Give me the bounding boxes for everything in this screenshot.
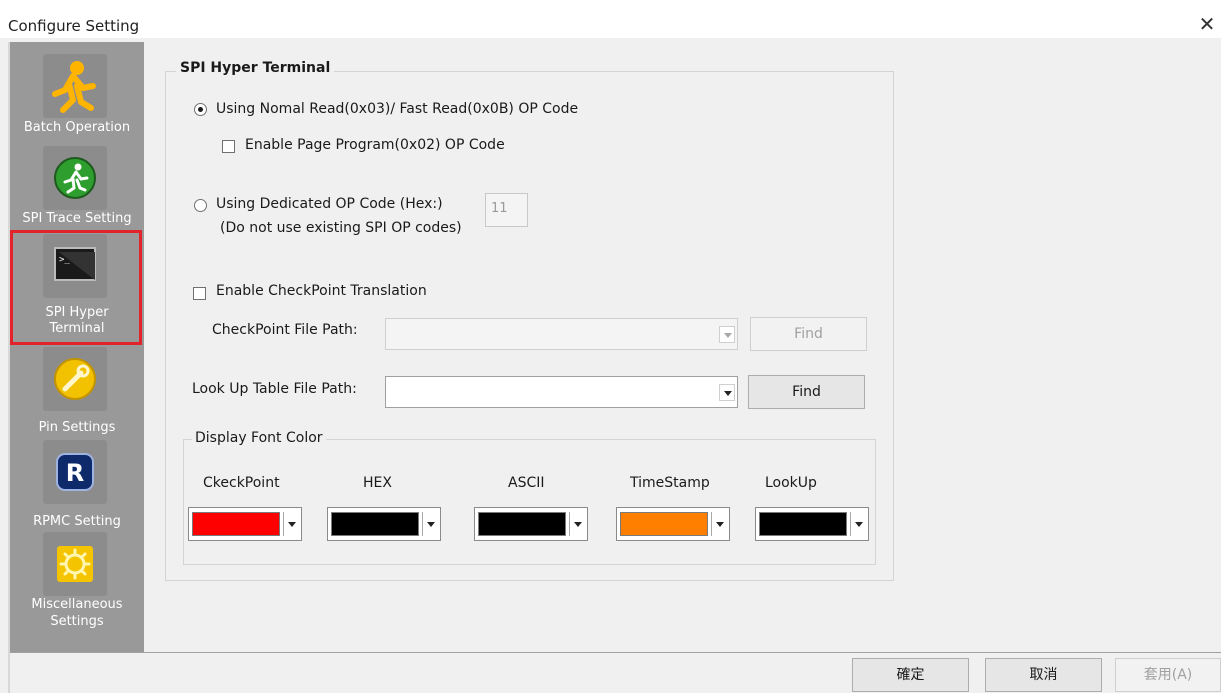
lookup-path-dropdown[interactable] [385, 376, 738, 408]
chevron-down-icon [716, 522, 724, 527]
color-picker-hex[interactable] [327, 507, 441, 541]
display-font-color-group [183, 439, 876, 565]
normal-read-radio[interactable] [194, 103, 207, 116]
color-swatch [192, 512, 280, 536]
group-title: SPI Hyper Terminal [176, 60, 335, 76]
page-program-label: Enable Page Program(0x02) OP Code [245, 137, 505, 153]
divider [283, 512, 284, 536]
display-font-color-title: Display Font Color [192, 430, 326, 446]
gear-icon [43, 532, 107, 596]
opcode-hex-input[interactable]: 11 [485, 193, 528, 227]
color-swatch [331, 512, 419, 536]
wrench-icon [43, 347, 107, 411]
color-label-hex: HEX [363, 475, 392, 491]
divider [850, 512, 851, 536]
color-label-lookup: LookUp [765, 475, 817, 491]
normal-read-label: Using Nomal Read(0x03)/ Fast Read(0x0B) … [216, 101, 579, 117]
svg-text:R: R [66, 459, 84, 487]
divider [711, 512, 712, 536]
chevron-down-icon [719, 384, 735, 401]
checkpoint-translation-checkbox[interactable] [193, 287, 206, 300]
sidebar: Batch Operation SPI Trace Setting >_ SPI… [10, 42, 144, 652]
cancel-button[interactable]: 取消 [985, 658, 1102, 692]
divider [569, 512, 570, 536]
chevron-down-icon [574, 522, 582, 527]
dedicated-opcode-note: (Do not use existing SPI OP codes) [220, 220, 462, 236]
color-picker-timestamp[interactable] [616, 507, 730, 541]
sidebar-item-miscellaneous-settings[interactable]: Miscellaneous Settings [10, 532, 144, 642]
divider [422, 512, 423, 536]
dedicated-opcode-label: Using Dedicated OP Code (Hex:) [216, 196, 443, 212]
sidebar-item-pin-settings[interactable]: Pin Settings [10, 347, 144, 440]
ok-button[interactable]: 確定 [852, 658, 969, 692]
sidebar-item-label-line1: Miscellaneous [31, 597, 123, 612]
sidebar-item-label: RPMC Setting [33, 514, 121, 529]
color-picker-ascii[interactable] [474, 507, 588, 541]
chevron-down-icon [855, 522, 863, 527]
color-picker-lookup[interactable] [755, 507, 869, 541]
sidebar-item-rpmc-setting[interactable]: R RPMC Setting [10, 440, 144, 532]
color-swatch [759, 512, 847, 536]
sidebar-item-label: Batch Operation [23, 120, 131, 135]
chevron-down-icon [427, 522, 435, 527]
apply-button[interactable]: 套用(A) [1115, 658, 1221, 692]
dedicated-opcode-radio[interactable] [194, 199, 207, 212]
chevron-down-icon [719, 326, 735, 343]
r-badge-icon: R [43, 440, 107, 504]
green-runner-icon [43, 146, 107, 210]
close-icon[interactable]: ✕ [1197, 14, 1217, 34]
color-label-checkpoint: CkeckPoint [203, 475, 280, 491]
checkpoint-find-button[interactable]: Find [750, 317, 867, 351]
title-bar: Configure Setting ✕ [0, 0, 1221, 38]
color-swatch [478, 512, 566, 536]
color-swatch [620, 512, 708, 536]
color-picker-checkpoint[interactable] [188, 507, 302, 541]
color-label-timestamp: TimeStamp [630, 475, 710, 491]
sidebar-item-label: Pin Settings [38, 420, 116, 435]
sidebar-item-label: SPI Trace Setting [22, 211, 132, 226]
selection-highlight [10, 230, 142, 345]
checkpoint-path-label: CheckPoint File Path: [212, 322, 358, 338]
page-program-checkbox[interactable] [222, 140, 235, 153]
sidebar-item-label-line2: Settings [50, 614, 104, 629]
color-label-ascii: ASCII [508, 475, 545, 491]
chevron-down-icon [288, 522, 296, 527]
window-title: Configure Setting [8, 17, 140, 35]
checkpoint-path-dropdown[interactable] [385, 318, 738, 350]
sidebar-item-spi-trace-setting[interactable]: SPI Trace Setting [10, 138, 144, 233]
checkpoint-translation-label: Enable CheckPoint Translation [216, 283, 427, 299]
lookup-path-label: Look Up Table File Path: [192, 381, 357, 397]
lookup-find-button[interactable]: Find [748, 375, 865, 409]
sidebar-item-batch-operation[interactable]: Batch Operation [10, 42, 144, 137]
running-person-icon [43, 54, 107, 118]
